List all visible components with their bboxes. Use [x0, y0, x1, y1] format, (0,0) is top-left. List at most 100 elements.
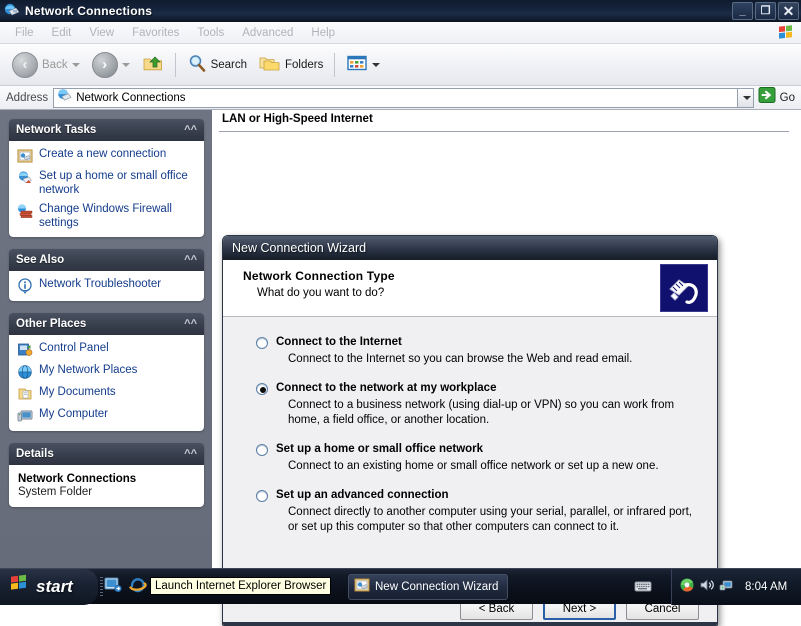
place-label: My Computer	[39, 408, 109, 420]
forward-dropdown-icon[interactable]	[121, 62, 130, 67]
menu-help[interactable]: Help	[302, 25, 344, 41]
new-connection-icon	[17, 148, 33, 164]
taskbar-item-new-connection-wizard[interactable]: New Connection Wizard	[348, 574, 508, 600]
address-value: Network Connections	[76, 91, 186, 104]
panel-see-also-body: Network Troubleshooter	[9, 271, 204, 301]
go-button[interactable]: Go	[754, 87, 801, 109]
panel-title: Details	[16, 448, 54, 460]
panel-network-tasks-body: Create a new connection Set up a home or…	[9, 141, 204, 237]
radio-connect-to-internet[interactable]	[256, 337, 268, 349]
menu-tools[interactable]: Tools	[188, 25, 233, 41]
address-dropdown-button[interactable]	[736, 87, 754, 108]
radio-setup-advanced-connection[interactable]	[256, 490, 268, 502]
chevron-up-icon[interactable]: ^^	[184, 124, 197, 136]
folders-label: Folders	[285, 58, 324, 71]
new-connection-icon	[354, 577, 370, 598]
taskbar-clock[interactable]: 8:04 AM	[745, 581, 787, 593]
task-change-firewall-settings[interactable]: Change Windows Firewall settings	[17, 202, 198, 230]
option-setup-advanced-connection[interactable]: Set up an advanced connection Connect di…	[256, 488, 701, 535]
panel-title: See Also	[16, 254, 65, 266]
chevron-up-icon[interactable]: ^^	[184, 254, 197, 266]
go-icon	[758, 86, 776, 109]
panel-title: Network Tasks	[16, 124, 97, 136]
menu-edit[interactable]: Edit	[43, 25, 81, 41]
network-shield-icon[interactable]	[679, 577, 695, 598]
internet-explorer-icon[interactable]	[129, 576, 147, 599]
panel-other-places-body: Control Panel My Network Places My Docum…	[9, 335, 204, 431]
network-activity-icon[interactable]	[719, 577, 735, 598]
place-control-panel[interactable]: Control Panel	[17, 341, 198, 358]
panel-other-places-header[interactable]: Other Places ^^	[9, 313, 204, 335]
forward-arrow-icon: ›	[91, 51, 118, 78]
toolbar-separator-1	[174, 52, 176, 77]
option-connect-to-workplace[interactable]: Connect to the network at my workplace C…	[256, 381, 701, 428]
start-button[interactable]: start	[0, 569, 98, 605]
link-network-troubleshooter[interactable]: Network Troubleshooter	[17, 277, 198, 295]
panel-other-places: Other Places ^^ Control Panel My Network…	[9, 313, 204, 431]
menu-advanced[interactable]: Advanced	[233, 25, 302, 41]
windows-flag-icon	[775, 23, 797, 43]
address-network-icon	[57, 88, 72, 108]
chevron-up-icon[interactable]: ^^	[184, 448, 197, 460]
minimize-button[interactable]: _	[732, 2, 753, 20]
back-arrow-icon: ‹	[12, 51, 38, 78]
option-title: Set up a home or small office network	[276, 443, 484, 455]
documents-icon	[17, 386, 33, 402]
folders-icon	[259, 53, 281, 76]
up-button[interactable]	[136, 48, 170, 82]
views-dropdown-icon[interactable]	[372, 62, 381, 67]
place-label: My Documents	[39, 386, 116, 398]
task-create-new-connection[interactable]: Create a new connection	[17, 147, 198, 164]
option-title: Connect to the Internet	[276, 336, 402, 348]
address-input[interactable]: Network Connections	[53, 87, 737, 108]
place-my-documents[interactable]: My Documents	[17, 385, 198, 402]
go-label: Go	[779, 91, 795, 104]
radio-setup-home-network[interactable]	[256, 444, 268, 456]
search-button[interactable]: Search	[181, 48, 253, 82]
toolbar: ‹ Back › Search Folders	[0, 44, 801, 86]
chevron-up-icon[interactable]: ^^	[184, 318, 197, 330]
folders-button[interactable]: Folders	[253, 48, 329, 82]
wizard-heading: Network Connection Type	[243, 269, 395, 283]
panel-network-tasks-header[interactable]: Network Tasks ^^	[9, 119, 204, 141]
show-desktop-icon[interactable]	[104, 576, 122, 599]
wizard-content: Connect to the Internet Connect to the I…	[223, 317, 717, 594]
keyboard-icon[interactable]	[634, 579, 652, 594]
network-connections-icon	[4, 3, 20, 19]
forward-button[interactable]: ›	[86, 48, 136, 82]
address-label: Address	[6, 91, 49, 104]
views-button[interactable]	[340, 48, 386, 82]
explorer-body: LAN or High-Speed Internet Network Tasks…	[0, 110, 801, 626]
network-plug-icon	[660, 264, 708, 312]
volume-icon[interactable]	[699, 577, 715, 598]
wizard-banner: Network Connection Type What do you want…	[223, 260, 717, 317]
place-my-computer[interactable]: My Computer	[17, 407, 198, 424]
panel-network-tasks: Network Tasks ^^ Create a new connection…	[9, 119, 204, 237]
restore-button[interactable]: ❐	[755, 2, 776, 20]
quicklaunch-grip[interactable]	[100, 577, 103, 597]
window-title: Network Connections	[25, 4, 153, 18]
radio-connect-to-workplace[interactable]	[256, 383, 268, 395]
close-button[interactable]: ✕	[778, 2, 799, 20]
option-title: Set up an advanced connection	[276, 489, 449, 501]
option-connect-to-internet[interactable]: Connect to the Internet Connect to the I…	[256, 335, 701, 367]
menu-favorites[interactable]: Favorites	[123, 25, 188, 41]
menu-view[interactable]: View	[80, 25, 123, 41]
option-setup-home-network[interactable]: Set up a home or small office network Co…	[256, 442, 701, 474]
views-icon	[346, 53, 368, 76]
place-label: My Network Places	[39, 364, 138, 376]
panel-see-also-header[interactable]: See Also ^^	[9, 249, 204, 271]
back-button[interactable]: ‹ Back	[6, 48, 86, 82]
place-my-network-places[interactable]: My Network Places	[17, 363, 198, 380]
wizard-bottom-edge	[223, 622, 717, 625]
task-setup-home-network[interactable]: Set up a home or small office network	[17, 169, 198, 197]
search-icon	[187, 53, 207, 76]
menu-file[interactable]: File	[6, 25, 43, 41]
option-description: Connect directly to another computer usi…	[288, 506, 692, 533]
panel-details-header[interactable]: Details ^^	[9, 443, 204, 465]
panel-see-also: See Also ^^ Network Troubleshooter	[9, 249, 204, 301]
link-label: Network Troubleshooter	[39, 278, 162, 290]
windows-logo-icon	[8, 574, 30, 600]
back-dropdown-icon[interactable]	[71, 62, 80, 67]
start-label: start	[36, 577, 73, 596]
